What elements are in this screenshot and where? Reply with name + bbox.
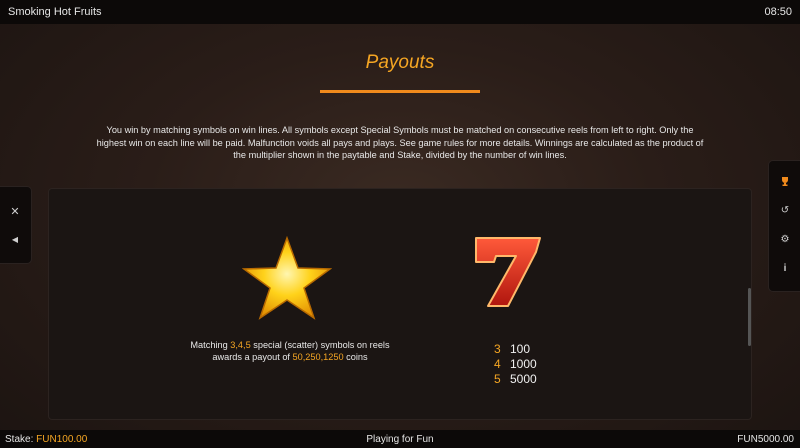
- paytable-panel: [48, 188, 752, 420]
- scatter-description: Matching 3,4,5 special (scatter) symbols…: [190, 340, 390, 362]
- settings-gear-icon[interactable]: ⚙: [769, 228, 800, 250]
- top-bar: Smoking Hot Fruits 08:50: [0, 0, 800, 24]
- right-menu: ↺ ⚙ i: [768, 160, 800, 292]
- payouts-intro-text: You win by matching symbols on win lines…: [96, 125, 704, 161]
- bottom-bar: Stake: FUN100.00 Playing for Fun FUN5000…: [0, 430, 800, 448]
- payout-amount: 5000: [510, 372, 537, 386]
- clock: 08:50: [764, 6, 792, 18]
- panel-scrollbar[interactable]: [748, 288, 751, 346]
- close-icon[interactable]: ✕: [0, 201, 30, 221]
- star-icon: [241, 235, 333, 320]
- play-mode-label: Playing for Fun: [366, 434, 434, 445]
- pay-row: 3 100: [494, 342, 574, 357]
- game-title: Smoking Hot Fruits: [8, 6, 102, 18]
- balance-display: FUN5000.00: [737, 434, 794, 445]
- seven-paytable: 3 100 4 1000 5 5000: [494, 342, 574, 387]
- match-count: 4: [494, 357, 501, 371]
- match-count: 5: [494, 372, 501, 386]
- paytable-trophy-icon[interactable]: [769, 170, 800, 192]
- payout-amount: 100: [510, 342, 531, 356]
- pay-row: 4 1000: [494, 357, 574, 372]
- left-menu: ✕ ◀: [0, 186, 32, 264]
- back-arrow-icon[interactable]: ◀: [0, 229, 30, 249]
- info-icon[interactable]: i: [769, 257, 800, 279]
- title-underline: [320, 90, 480, 93]
- payout-amount: 1000: [510, 357, 537, 371]
- history-icon[interactable]: ↺: [769, 199, 800, 221]
- match-count: 3: [494, 342, 501, 356]
- scatter-counts: 3,4,5: [230, 340, 251, 350]
- page-title: Payouts: [365, 52, 435, 73]
- scatter-payouts: 50,250,1250: [292, 351, 344, 362]
- seven-icon: [470, 232, 544, 310]
- pay-row: 5 5000: [494, 372, 574, 387]
